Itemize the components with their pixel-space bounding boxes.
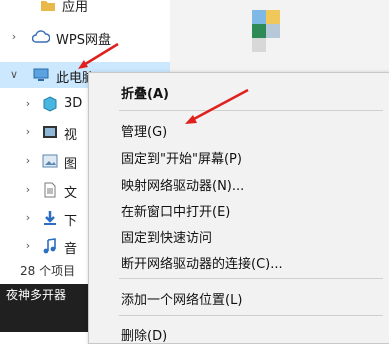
- cloud-icon: [31, 29, 51, 45]
- menu-item-add-network-location[interactable]: 添加一个网络位置(L): [121, 289, 242, 308]
- chevron-right-icon[interactable]: ›: [22, 239, 34, 252]
- folder-icon: [40, 0, 56, 13]
- picture-icon: [42, 153, 58, 169]
- menu-item-disconnect-drive[interactable]: 断开网络驱动器的连接(C)...: [121, 253, 283, 272]
- chevron-right-icon[interactable]: ›: [22, 211, 34, 224]
- chevron-right-icon[interactable]: ›: [22, 125, 34, 138]
- menu-item-map-network-drive[interactable]: 映射网络驱动器(N)...: [121, 175, 244, 194]
- context-menu: 折叠(A) 管理(G) 固定到"开始"屏幕(P) 映射网络驱动器(N)... 在…: [88, 72, 389, 344]
- menu-item-manage[interactable]: 管理(G): [121, 121, 167, 140]
- menu-item-open-new-window[interactable]: 在新窗口中打开(E): [121, 201, 230, 220]
- document-icon: [42, 182, 58, 198]
- download-icon: [42, 210, 58, 226]
- menu-item-pin-to-start[interactable]: 固定到"开始"屏幕(P): [121, 148, 242, 167]
- chevron-right-icon[interactable]: ›: [8, 30, 20, 43]
- computer-icon: [32, 67, 49, 83]
- menu-item-delete[interactable]: 删除(D): [121, 325, 167, 344]
- video-icon: [42, 124, 58, 140]
- music-icon: [42, 238, 58, 254]
- chevron-right-icon[interactable]: ›: [22, 154, 34, 167]
- menu-separator: [119, 110, 383, 111]
- tree-item-apps[interactable]: 应用: [0, 0, 170, 18]
- item-count: 28 个项目: [20, 264, 76, 278]
- menu-separator: [119, 315, 383, 316]
- tree-item-wps-drive[interactable]: › WPS网盘: [0, 24, 170, 50]
- chevron-right-icon[interactable]: ›: [22, 97, 34, 110]
- menu-item-pin-quick-access[interactable]: 固定到快速访问: [121, 227, 212, 246]
- taskbar-app-label[interactable]: 夜神多开器: [6, 286, 66, 303]
- chevron-right-icon[interactable]: ›: [22, 183, 34, 196]
- blurred-thumbnail: [252, 10, 292, 52]
- 3d-objects-icon: [42, 96, 58, 112]
- menu-separator: [119, 278, 383, 279]
- chevron-down-icon[interactable]: ∨: [8, 68, 20, 81]
- menu-item-collapse[interactable]: 折叠(A): [121, 83, 169, 102]
